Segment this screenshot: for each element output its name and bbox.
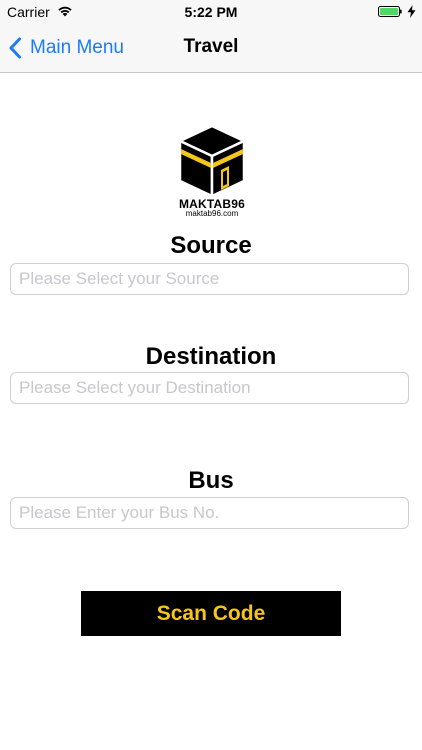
page-title: Travel [183,36,239,57]
source-label: Source [170,232,252,259]
charging-bolt-icon [407,5,416,18]
source-input[interactable] [10,263,409,295]
scan-code-button[interactable]: Scan Code [81,591,341,636]
navigation-bar: Main Menu Travel [0,24,422,73]
logo-url: maktab96.com [185,209,239,218]
battery-icon [378,6,402,17]
status-bar: Carrier 5:22 PM [0,0,422,24]
bus-number-input[interactable] [10,497,409,529]
logo: MAKTAB96 maktab96.com [176,124,248,220]
kaaba-icon [178,124,246,198]
destination-input[interactable] [10,372,409,404]
destination-label: Destination [145,343,277,370]
bus-label: Bus [188,467,234,494]
status-time: 5:22 PM [184,4,238,20]
